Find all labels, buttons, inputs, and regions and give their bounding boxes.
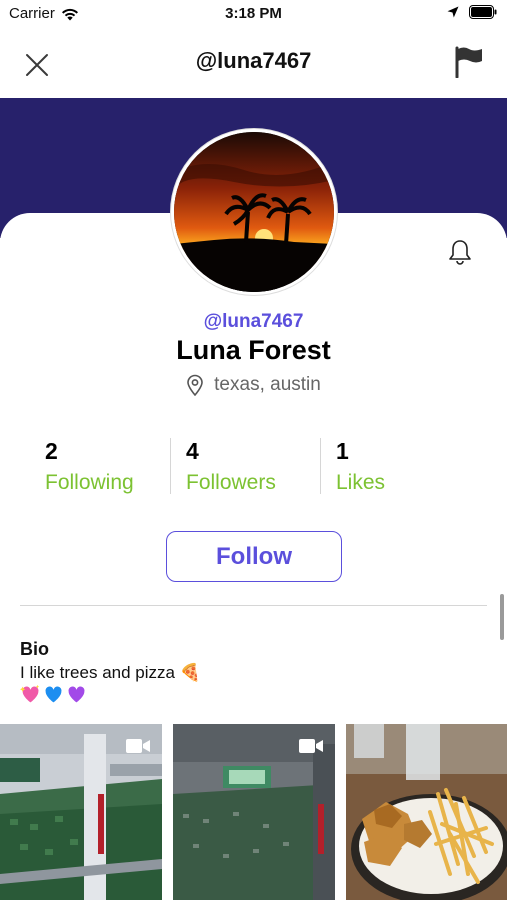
stat-count: 4 — [186, 438, 199, 464]
clock: 3:18 PM — [225, 5, 282, 22]
follow-button[interactable]: Follow — [166, 531, 342, 582]
stat-label: Followers — [186, 471, 276, 494]
purple-heart-icon — [68, 686, 85, 703]
media-tile[interactable] — [0, 724, 162, 900]
media-thumbnail — [346, 724, 507, 900]
sparkling-heart-icon — [20, 684, 40, 703]
status-right — [447, 5, 497, 19]
bio-text: I like trees and pizza 🍕 — [20, 663, 201, 682]
status-bar: Carrier 3:18 PM — [0, 0, 507, 28]
stat-count: 1 — [336, 438, 349, 464]
video-camera-icon — [299, 739, 323, 753]
location-pin-icon — [187, 374, 203, 396]
media-tile[interactable] — [346, 724, 507, 900]
stat-likes[interactable]: 1 Likes — [320, 438, 470, 494]
media-tile[interactable] — [173, 724, 335, 900]
bio-heading: Bio — [20, 639, 49, 659]
nav-title: @luna7467 — [195, 48, 312, 73]
stat-label: Following — [45, 471, 134, 494]
nav-bar: @luna7467 — [0, 28, 507, 98]
profile-stats: 2 Following 4 Followers 1 Likes — [20, 438, 487, 498]
battery-icon — [469, 5, 497, 19]
profile-location: texas, austin — [0, 374, 507, 396]
flag-icon — [455, 46, 482, 78]
avatar — [171, 129, 337, 295]
scrollbar[interactable] — [500, 594, 504, 640]
media-grid — [0, 724, 507, 900]
avatar-image — [174, 132, 334, 292]
section-divider — [20, 605, 487, 606]
stat-followers[interactable]: 4 Followers — [170, 438, 320, 494]
location-arrow-icon — [447, 6, 459, 18]
stat-label: Likes — [336, 471, 386, 494]
stat-following[interactable]: 2 Following — [20, 438, 170, 494]
video-camera-icon — [126, 739, 150, 753]
bio-emoji-row — [20, 684, 87, 705]
report-button[interactable] — [451, 44, 487, 80]
profile-name: Luna Forest — [176, 335, 331, 365]
bell-icon — [449, 240, 471, 265]
notify-button[interactable] — [446, 238, 474, 266]
blue-heart-icon — [45, 686, 62, 703]
profile-handle: @luna7467 — [203, 311, 304, 332]
stat-count: 2 — [45, 438, 58, 464]
location-label: texas, austin — [214, 374, 321, 395]
